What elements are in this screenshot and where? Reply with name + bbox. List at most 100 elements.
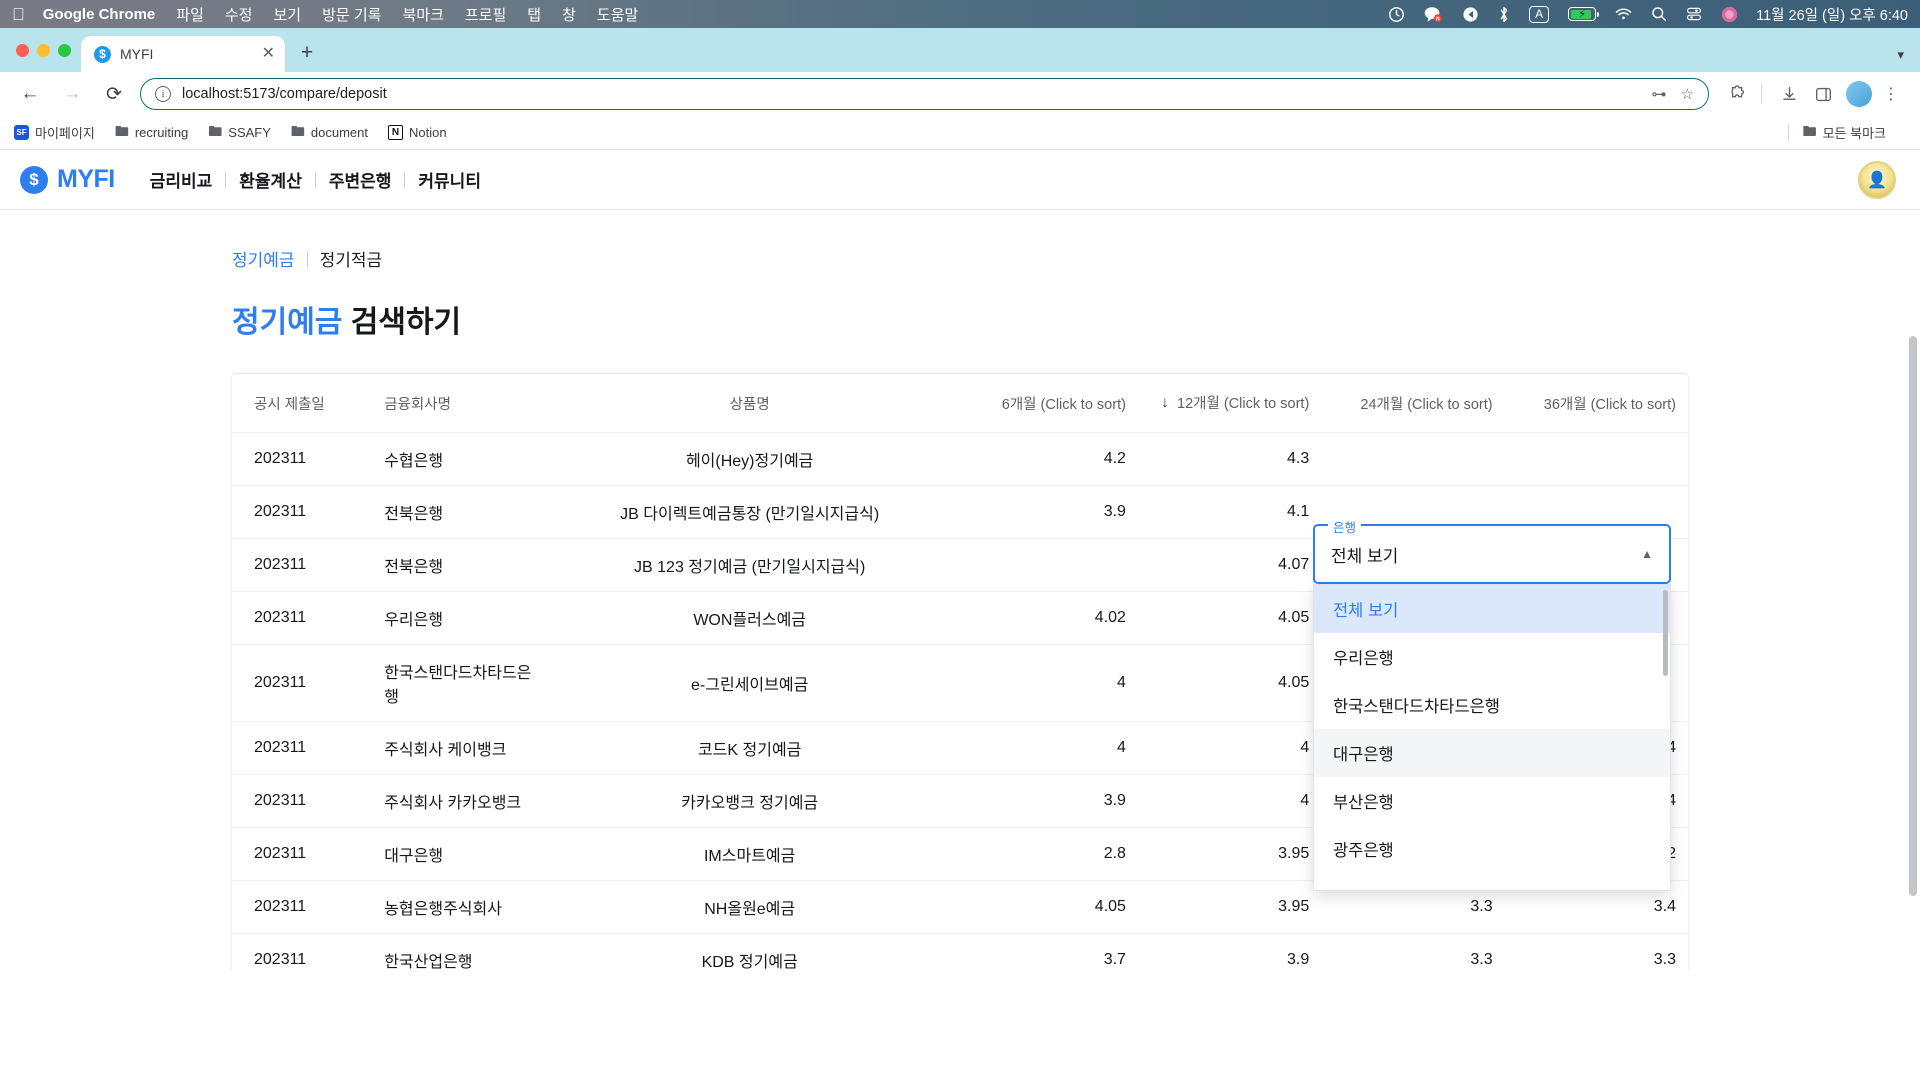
profile-avatar[interactable] <box>1846 81 1872 107</box>
new-tab-button[interactable]: + <box>291 37 323 69</box>
close-window-button[interactable] <box>16 43 29 57</box>
cell-date: 202311 <box>232 538 373 593</box>
column-header-bank[interactable]: 금융회사명 <box>372 374 545 434</box>
page-title-rest: 검색하기 <box>342 306 462 339</box>
cell-date: 202311 <box>232 774 373 829</box>
site-logo[interactable]: $ MYFI <box>20 165 115 194</box>
bank-select[interactable]: 은행 전체 보기 ▲ <box>1313 517 1671 584</box>
input-source-icon[interactable]: A <box>1529 5 1550 23</box>
address-bar[interactable]: i localhost:5173/compare/deposit ⊶ ☆ <box>140 78 1709 110</box>
minimize-window-button[interactable] <box>37 43 50 57</box>
bank-select-dropdown[interactable]: 전체 보기 우리은행 한국스탠다드차타드은행 대구은행 부산은행 광주은행 <box>1313 584 1671 891</box>
cell-date: 202311 <box>232 827 373 882</box>
site-info-icon[interactable]: i <box>155 86 171 102</box>
extensions-icon[interactable] <box>1723 79 1753 109</box>
menu-item-edit[interactable]: 수정 <box>225 4 253 25</box>
reload-button[interactable]: ⟳ <box>98 78 130 110</box>
all-bookmarks-button[interactable]: 🖿 모든 북마크 <box>1803 121 1886 145</box>
menu-item-view[interactable]: 보기 <box>273 4 301 25</box>
cell-date: 202311 <box>232 721 373 776</box>
table-row[interactable]: 202311 수협은행 헤이(Hey)정기예금 4.2 4.3 <box>232 432 1688 487</box>
page-content: 정기예금 정기적금 정기예금 검색하기 은행 전체 보기 ▲ 전체 보기 우리은… <box>0 210 1920 970</box>
breadcrumb-item-deposit[interactable]: 정기예금 <box>232 246 295 271</box>
nav-item-exchange[interactable]: 환율계산 <box>226 167 315 192</box>
page-title: 정기예금 검색하기 <box>0 271 1920 341</box>
breadcrumb: 정기예금 정기적금 <box>0 210 1920 271</box>
stopwatch-icon[interactable] <box>1388 6 1405 23</box>
bookmark-notion[interactable]: N Notion <box>388 125 447 140</box>
shortcut-icon[interactable] <box>1462 6 1479 23</box>
menu-item-bookmarks[interactable]: 북마크 <box>402 4 443 25</box>
siri-icon[interactable] <box>1721 6 1738 23</box>
menu-item-help[interactable]: 도움말 <box>597 4 638 25</box>
cell-rate-24m <box>1321 432 1505 487</box>
bluetooth-icon[interactable] <box>1498 6 1510 23</box>
address-bar-url[interactable]: localhost:5173/compare/deposit <box>182 86 1641 102</box>
bookmark-star-icon[interactable]: ☆ <box>1681 85 1694 103</box>
column-header-6months[interactable]: 6개월 (Click to sort) <box>954 374 1138 434</box>
password-key-icon[interactable]: ⊶ <box>1652 85 1667 103</box>
cell-date: 202311 <box>232 933 373 970</box>
menu-item-google-chrome[interactable]: Google Chrome <box>43 6 156 23</box>
chevron-up-icon[interactable]: ▲ <box>1641 547 1653 561</box>
cell-bank: 농협은행주식회사 <box>372 880 545 935</box>
cell-rate-12m: 4.1 <box>1137 485 1322 540</box>
side-panel-icon[interactable] <box>1808 79 1838 109</box>
wifi-icon[interactable] <box>1615 7 1632 21</box>
chrome-menu-icon[interactable]: ⋮ <box>1876 79 1906 109</box>
bookmark-recruiting[interactable]: 🖿 recruiting <box>115 121 188 145</box>
bank-option-all[interactable]: 전체 보기 <box>1314 585 1670 633</box>
column-header-product[interactable]: 상품명 <box>544 374 955 434</box>
column-header-12months[interactable]: ↓ 12개월 (Click to sort) <box>1137 374 1322 434</box>
menu-bar-clock[interactable]: 11월 26일 (일) 오후 6:40 <box>1756 4 1908 25</box>
site-logo-text: MYFI <box>57 165 115 193</box>
bank-option-sc[interactable]: 한국스탠다드차타드은행 <box>1314 681 1670 729</box>
kakaotalk-icon[interactable]: N <box>1424 6 1443 23</box>
bookmark-ssafy[interactable]: 🖿 SSAFY <box>208 121 271 145</box>
maximize-window-button[interactable] <box>58 43 71 57</box>
cell-rate-12m: 4.05 <box>1137 644 1322 723</box>
menu-item-history[interactable]: 방문 기록 <box>322 4 381 25</box>
table-header-row: 공시 제출일 금융회사명 상품명 6개월 (Click to sort) ↓ 1… <box>232 374 1688 434</box>
bookmark-label: document <box>310 125 368 140</box>
nav-item-community[interactable]: 커뮤니티 <box>405 167 494 192</box>
menu-item-profile[interactable]: 프로필 <box>465 4 506 25</box>
close-tab-icon[interactable]: ✕ <box>262 46 275 62</box>
menu-item-tab[interactable]: 탭 <box>527 4 541 25</box>
download-icon[interactable] <box>1774 79 1804 109</box>
column-header-date[interactable]: 공시 제출일 <box>232 374 373 434</box>
cell-product: JB 다이렉트예금통장 (만기일시지급식) <box>544 485 955 540</box>
menu-item-window[interactable]: 창 <box>562 4 576 25</box>
table-row[interactable]: 202311 한국산업은행 KDB 정기예금 3.7 3.9 3.3 3.3 <box>232 933 1688 970</box>
breadcrumb-divider <box>306 250 308 267</box>
bank-option-daegu[interactable]: 대구은행 <box>1314 729 1670 777</box>
user-avatar[interactable]: 👤 <box>1858 160 1896 199</box>
bookmark-document[interactable]: 🖿 document <box>291 121 368 145</box>
battery-icon[interactable]: ⚡ <box>1568 7 1600 21</box>
dropdown-scrollbar[interactable] <box>1663 590 1668 676</box>
ssafy-icon: SF <box>14 125 29 140</box>
bookmark-mypage[interactable]: SF 마이페이지 <box>14 123 95 142</box>
folder-icon: 🖿 <box>1802 122 1817 139</box>
cell-product: 카카오뱅크 정기예금 <box>544 774 955 829</box>
column-header-36months[interactable]: 36개월 (Click to sort) <box>1504 374 1688 434</box>
menu-item-file[interactable]: 파일 <box>176 4 204 25</box>
bank-option-gwangju[interactable]: 광주은행 <box>1314 825 1670 873</box>
breadcrumb-item-savings[interactable]: 정기적금 <box>320 246 383 271</box>
bank-select-label: 은행 <box>1328 517 1362 536</box>
nav-item-rate-compare[interactable]: 금리비교 <box>137 167 226 192</box>
column-header-24months[interactable]: 24개월 (Click to sort) <box>1321 374 1505 434</box>
apple-menu-icon[interactable]:  <box>12 6 25 23</box>
chevron-down-icon[interactable]: ▾ <box>1897 47 1904 63</box>
nav-item-nearby-bank[interactable]: 주변은행 <box>316 167 405 192</box>
cell-bank: 전북은행 <box>372 485 545 540</box>
browser-tab-myfi[interactable]: $ MYFI ✕ <box>81 36 285 72</box>
search-icon[interactable] <box>1651 6 1667 22</box>
page-scrollbar[interactable] <box>1909 336 1917 896</box>
back-button[interactable]: ← <box>14 78 46 110</box>
bank-option-busan[interactable]: 부산은행 <box>1314 777 1670 825</box>
control-center-icon[interactable] <box>1686 6 1702 22</box>
bank-option-woori[interactable]: 우리은행 <box>1314 633 1670 681</box>
page-title-highlight: 정기예금 <box>232 306 343 339</box>
forward-button[interactable]: → <box>56 78 88 110</box>
